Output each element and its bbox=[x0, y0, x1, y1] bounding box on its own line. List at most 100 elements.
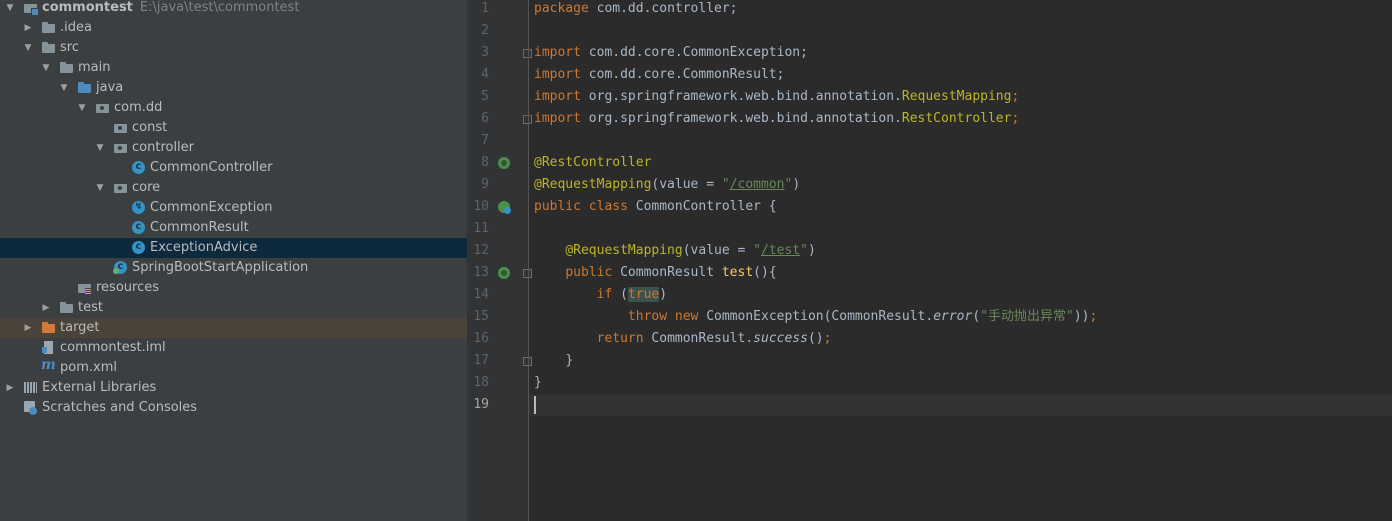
annotation: @RestController bbox=[534, 155, 652, 170]
tree-node-label: CommonController bbox=[150, 160, 273, 175]
folder-icon bbox=[59, 61, 74, 75]
tree-node-target[interactable]: ▶ target bbox=[0, 318, 467, 338]
keyword: import bbox=[534, 67, 581, 82]
chevron-down-icon[interactable]: ▼ bbox=[4, 0, 16, 18]
code-text: ) bbox=[792, 177, 801, 192]
chevron-down-icon[interactable]: ▼ bbox=[22, 38, 34, 58]
tree-node-label: target bbox=[60, 320, 100, 335]
java-class-icon bbox=[131, 161, 146, 175]
tree-node-label: java bbox=[96, 80, 124, 95]
line-number: 12 bbox=[473, 243, 489, 258]
tree-node-label: resources bbox=[96, 280, 160, 295]
spring-boot-class-icon bbox=[113, 261, 128, 275]
keyword: if bbox=[596, 287, 613, 302]
chevron-down-icon[interactable]: ▼ bbox=[94, 138, 106, 158]
code-text: org.springframework.web.bind.annotation. bbox=[580, 89, 902, 104]
tree-node-external-libraries[interactable]: ▶ External Libraries bbox=[0, 378, 467, 398]
code-area[interactable]: package com.dd.controller; import com.dd… bbox=[529, 0, 1392, 521]
scratches-icon bbox=[23, 401, 38, 415]
tree-node-label: main bbox=[78, 60, 111, 75]
chevron-right-icon[interactable]: ▶ bbox=[4, 378, 16, 398]
chevron-right-icon[interactable]: ▶ bbox=[22, 318, 34, 338]
tree-node-controller[interactable]: ▼ controller bbox=[0, 138, 467, 158]
code-text: com.dd.controller; bbox=[588, 1, 738, 16]
folder-icon bbox=[59, 301, 74, 315]
annotation: @RequestMapping bbox=[534, 177, 652, 192]
code-line-8: @RestController bbox=[534, 152, 651, 174]
tree-node-resources[interactable]: resources bbox=[0, 278, 467, 298]
tree-node-commontest[interactable]: ▼ commontest E:\java\test\commontest bbox=[0, 0, 467, 18]
exception-class-icon bbox=[131, 201, 146, 215]
package-icon bbox=[113, 141, 128, 155]
tree-node-core[interactable]: ▼ core bbox=[0, 178, 467, 198]
code-text: (value = bbox=[682, 243, 754, 258]
tree-node-springboot-start-application[interactable]: SpringBootStartApplication bbox=[0, 258, 467, 278]
package-icon bbox=[113, 181, 128, 195]
string-literal: /test bbox=[761, 243, 801, 258]
editor-gutter[interactable]: 1 2 3 4 5 6 7 8 9 10 11 12 13 14 15 16 1… bbox=[467, 0, 532, 521]
tree-node-src[interactable]: ▼ src bbox=[0, 38, 467, 58]
tree-node-label: pom.xml bbox=[60, 360, 117, 375]
chevron-down-icon[interactable]: ▼ bbox=[40, 58, 52, 78]
code-text: com.dd.core.CommonResult; bbox=[580, 67, 785, 82]
code-text: ) bbox=[807, 243, 816, 258]
module-folder-icon bbox=[23, 1, 39, 16]
tree-node-idea[interactable]: ▶ .idea bbox=[0, 18, 467, 38]
line-number: 13 bbox=[473, 265, 489, 280]
chevron-down-icon[interactable]: ▼ bbox=[58, 78, 70, 98]
tree-node-label: ExceptionAdvice bbox=[150, 240, 258, 255]
static-method: success bbox=[753, 331, 808, 346]
tree-node-const[interactable]: const bbox=[0, 118, 467, 138]
class-ref: RequestMapping bbox=[901, 89, 1012, 104]
string-quote: " bbox=[753, 243, 761, 258]
code-line-18: } bbox=[534, 372, 542, 394]
chevron-down-icon[interactable]: ▼ bbox=[94, 178, 106, 198]
code-text: CommonException(CommonResult. bbox=[698, 309, 934, 324]
string-literal: "手动抛出异常" bbox=[980, 309, 1074, 324]
code-editor[interactable]: 1 2 3 4 5 6 7 8 9 10 11 12 13 14 15 16 1… bbox=[467, 0, 1392, 521]
tree-node-exception-advice[interactable]: ExceptionAdvice bbox=[0, 238, 467, 258]
keyword: import bbox=[534, 89, 581, 104]
tree-node-commontest-iml[interactable]: commontest.iml bbox=[0, 338, 467, 358]
chevron-right-icon[interactable]: ▶ bbox=[40, 298, 52, 318]
line-number: 14 bbox=[473, 287, 489, 302]
code-text: } bbox=[565, 353, 574, 368]
line-number: 15 bbox=[473, 309, 489, 324]
tree-node-common-result[interactable]: CommonResult bbox=[0, 218, 467, 238]
code-line-1: package com.dd.controller; bbox=[534, 0, 738, 20]
keyword: throw new bbox=[627, 309, 699, 324]
tree-node-pom-xml[interactable]: pom.xml bbox=[0, 358, 467, 378]
line-number: 1 bbox=[481, 1, 489, 16]
line-number: 9 bbox=[481, 177, 489, 192]
keyword: public class bbox=[534, 199, 628, 214]
code-line-3: import com.dd.core.CommonException; bbox=[534, 42, 808, 64]
tree-node-common-controller[interactable]: CommonController bbox=[0, 158, 467, 178]
tree-node-label: test bbox=[78, 300, 103, 315]
libraries-icon bbox=[23, 381, 38, 395]
code-line-17: } bbox=[534, 350, 573, 372]
code-line-4: import com.dd.core.CommonResult; bbox=[534, 64, 784, 86]
spring-run-icon[interactable] bbox=[498, 201, 511, 214]
method-name: test bbox=[721, 265, 754, 280]
tree-node-label: CommonException bbox=[150, 200, 273, 215]
tree-node-common-exception[interactable]: CommonException bbox=[0, 198, 467, 218]
package-icon bbox=[95, 101, 110, 115]
excluded-folder-icon bbox=[41, 321, 56, 335]
tree-node-label: com.dd bbox=[114, 100, 163, 115]
text-caret bbox=[534, 396, 536, 414]
chevron-down-icon[interactable]: ▼ bbox=[76, 98, 88, 118]
folder-icon bbox=[41, 41, 56, 55]
chevron-right-icon[interactable]: ▶ bbox=[22, 18, 34, 38]
class-ref: RestController bbox=[901, 111, 1012, 126]
code-line-12: @RequestMapping(value = "/test") bbox=[534, 240, 816, 262]
line-number: 7 bbox=[481, 133, 489, 148]
keyword: package bbox=[534, 1, 589, 16]
tree-node-java[interactable]: ▼ java bbox=[0, 78, 467, 98]
request-mapping-icon[interactable] bbox=[498, 267, 510, 279]
tree-node-com-dd[interactable]: ▼ com.dd bbox=[0, 98, 467, 118]
tree-node-test[interactable]: ▶ test bbox=[0, 298, 467, 318]
tree-node-main[interactable]: ▼ main bbox=[0, 58, 467, 78]
tree-node-scratches[interactable]: Scratches and Consoles bbox=[0, 398, 467, 418]
spring-bean-icon[interactable] bbox=[498, 157, 510, 169]
code-text: ( bbox=[972, 309, 981, 324]
